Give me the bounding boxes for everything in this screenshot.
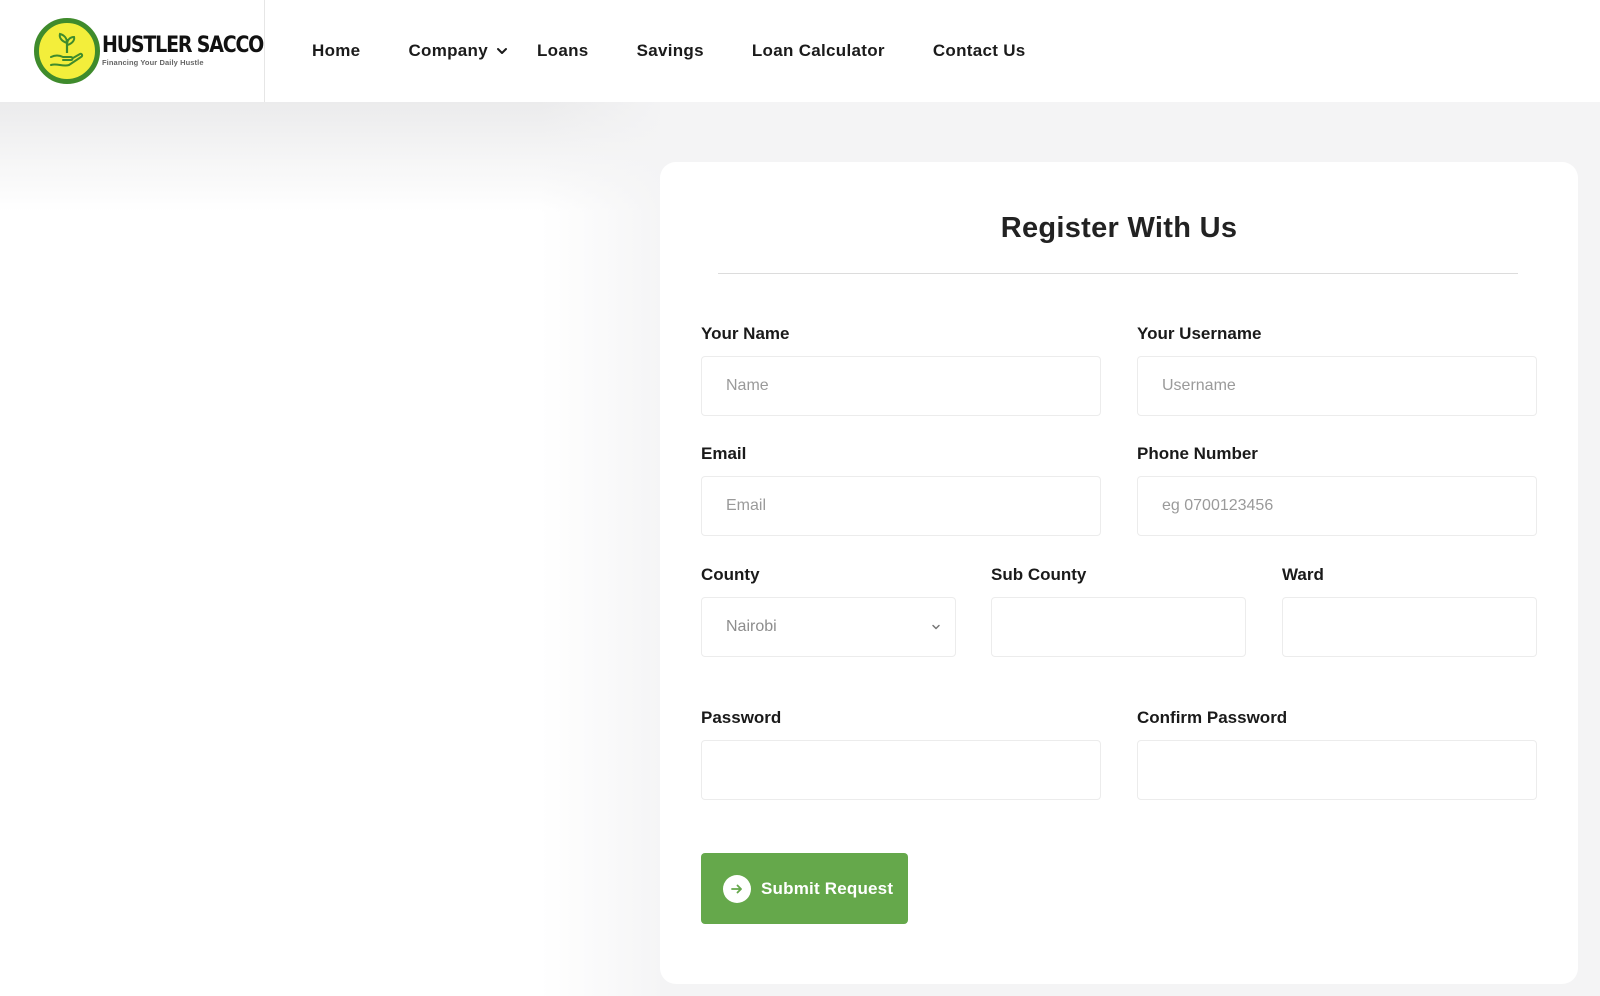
- nav-savings-label: Savings: [636, 41, 704, 60]
- name-field-group: Your Name: [701, 324, 1101, 416]
- password-input[interactable]: [701, 740, 1101, 800]
- username-input[interactable]: [1137, 356, 1537, 416]
- name-input[interactable]: [701, 356, 1101, 416]
- username-field-group: Your Username: [1137, 324, 1537, 416]
- ward-label: Ward: [1282, 565, 1324, 584]
- sub-county-input[interactable]: [991, 597, 1246, 657]
- submit-request-button[interactable]: Submit Request: [701, 853, 908, 924]
- nav-loan-calculator-label: Loan Calculator: [751, 41, 885, 60]
- county-field-group: County Nairobi: [701, 565, 956, 657]
- county-selected-value: Nairobi: [726, 618, 777, 635]
- logo-tagline: Financing Your Daily Hustle: [102, 57, 204, 67]
- phone-field-group: Phone Number: [1137, 444, 1537, 536]
- chevron-down-icon: [932, 624, 940, 630]
- email-input[interactable]: [701, 476, 1101, 536]
- county-select[interactable]: Nairobi: [701, 597, 956, 657]
- nav-savings[interactable]: Savings: [637, 41, 704, 61]
- name-label: Your Name: [701, 324, 790, 343]
- hero-background: [0, 102, 660, 996]
- nav-home-label: Home: [312, 41, 361, 60]
- email-label: Email: [701, 444, 747, 463]
- logo-name: HUSTLER SACCO: [102, 32, 264, 58]
- chevron-down-icon: [497, 48, 507, 54]
- ward-field-group: Ward: [1282, 565, 1537, 657]
- site-header: HUSTLER SACCO Financing Your Daily Hustl…: [0, 0, 1600, 102]
- password-label: Password: [701, 708, 782, 727]
- county-label: County: [701, 565, 760, 584]
- plant-in-hand-icon: [34, 18, 100, 84]
- main-nav: Home Company Loans Savings Loan Calculat…: [312, 41, 1026, 61]
- email-field-group: Email: [701, 444, 1101, 536]
- nav-company[interactable]: Company: [408, 41, 508, 61]
- nav-loan-calculator[interactable]: Loan Calculator: [752, 41, 885, 61]
- nav-contact-us[interactable]: Contact Us: [933, 41, 1026, 61]
- sub-county-field-group: Sub County: [991, 565, 1246, 657]
- logo[interactable]: HUSTLER SACCO Financing Your Daily Hustl…: [0, 0, 265, 102]
- confirm-password-field-group: Confirm Password: [1137, 708, 1537, 800]
- nav-loans[interactable]: Loans: [537, 41, 589, 61]
- password-field-group: Password: [701, 708, 1101, 800]
- sub-county-label: Sub County: [991, 565, 1087, 584]
- nav-loans-label: Loans: [537, 41, 589, 60]
- ward-input[interactable]: [1282, 597, 1537, 657]
- confirm-password-input[interactable]: [1137, 740, 1537, 800]
- nav-company-label: Company: [408, 41, 488, 60]
- nav-home[interactable]: Home: [312, 41, 360, 61]
- registration-card: Register With Us Your Name Your Username…: [660, 162, 1578, 984]
- username-label: Your Username: [1137, 324, 1262, 343]
- form-title: Register With Us: [1000, 212, 1238, 244]
- phone-input[interactable]: [1137, 476, 1537, 536]
- arrow-right-circle-icon: [723, 874, 751, 903]
- title-divider: [718, 273, 1518, 274]
- phone-label: Phone Number: [1137, 444, 1258, 463]
- confirm-password-label: Confirm Password: [1137, 708, 1288, 727]
- nav-contact-us-label: Contact Us: [932, 41, 1026, 60]
- submit-request-label: Submit Request: [761, 878, 894, 898]
